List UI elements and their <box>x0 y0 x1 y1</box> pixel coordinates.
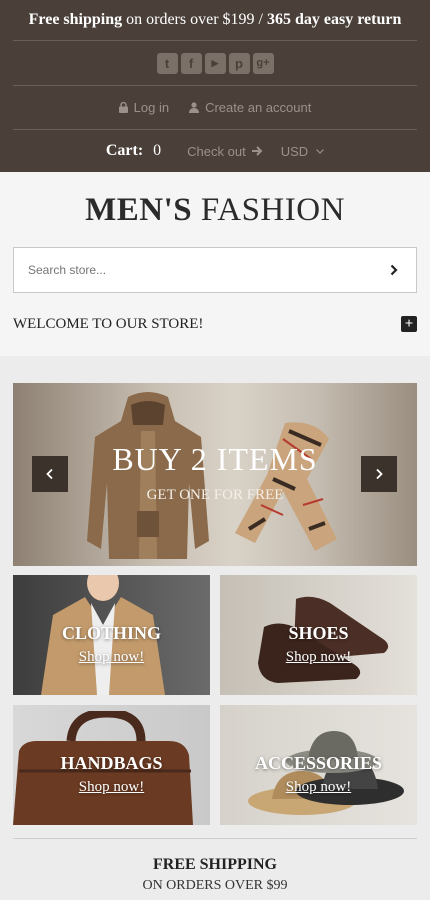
free-shipping-subtitle: ON ORDERS OVER $99 <box>142 878 288 893</box>
cart-count: 0 <box>153 142 162 159</box>
site-logo[interactable]: MEN'S FASHION <box>0 192 430 229</box>
shop-now-link[interactable]: Shop now! <box>13 649 210 666</box>
top-bar: Free shipping on orders over $199 / 365 … <box>0 0 430 172</box>
slide-title: BUY 2 ITEMS <box>112 441 318 477</box>
google-plus-icon[interactable]: g+ <box>252 52 274 74</box>
create-account-label: Create an account <box>205 100 312 115</box>
category-title: HANDBAGS <box>60 753 163 773</box>
user-icon <box>189 102 200 113</box>
hero-slider[interactable]: BUY 2 ITEMS GET ONE FOR FREE <box>13 383 417 566</box>
shop-now-link[interactable]: Shop now! <box>220 649 417 666</box>
category-title: ACCESSORIES <box>254 753 383 773</box>
chevron-down-icon <box>316 148 325 154</box>
category-tile-handbags[interactable]: HANDBAGS Shop now! <box>13 705 210 825</box>
shop-now-link[interactable]: Shop now! <box>13 779 210 796</box>
shop-now-link[interactable]: Shop now! <box>220 779 417 796</box>
promo-text: on orders over $199 / <box>122 11 267 28</box>
search-submit-button[interactable] <box>372 248 416 292</box>
slide-subtitle: GET ONE FOR FREE <box>146 487 284 503</box>
category-title: CLOTHING <box>61 623 162 643</box>
expand-plus-icon[interactable]: + <box>401 316 417 332</box>
chevron-left-icon <box>46 468 53 480</box>
logo-bold-text: MEN'S <box>85 192 193 228</box>
cart-link[interactable]: Cart: 0 <box>106 142 161 160</box>
checkout-label: Check out <box>187 143 246 159</box>
welcome-bar[interactable]: WELCOME TO OUR STORE! + <box>13 312 417 336</box>
create-account-link[interactable]: Create an account <box>189 100 311 115</box>
login-link[interactable]: Log in <box>118 100 170 115</box>
lock-icon <box>118 102 128 113</box>
currency-value: USD <box>280 143 309 159</box>
category-tile-shoes[interactable]: SHOES Shop now! <box>220 575 417 695</box>
arrow-right-icon <box>251 146 263 156</box>
divider <box>13 838 417 839</box>
cart-row: Cart: 0 Check out USD <box>0 130 430 172</box>
facebook-icon[interactable]: f <box>180 52 202 74</box>
cart-label: Cart: <box>105 142 144 159</box>
login-label: Log in <box>133 100 170 115</box>
youtube-icon[interactable]: ▶ <box>204 52 226 74</box>
welcome-text: WELCOME TO OUR STORE! <box>13 315 204 332</box>
free-shipping-title: FREE SHIPPING <box>152 856 277 873</box>
twitter-icon[interactable]: t <box>156 52 178 74</box>
social-links: t f ▶ p g+ <box>0 41 430 85</box>
promo-free-shipping: Free shipping <box>28 11 123 28</box>
logo-light-text: FASHION <box>192 192 345 228</box>
pinterest-icon[interactable]: p <box>228 52 250 74</box>
slider-next-button[interactable] <box>361 456 397 492</box>
category-tile-accessories[interactable]: ACCESSORIES Shop now! <box>220 705 417 825</box>
currency-select[interactable]: USD <box>280 143 325 159</box>
search-box <box>13 247 417 293</box>
promo-easy-return: 365 day easy return <box>266 11 402 28</box>
account-links: Log in Create an account <box>0 86 430 129</box>
search-input[interactable] <box>14 248 372 292</box>
category-tile-clothing[interactable]: CLOTHING Shop now! <box>13 575 210 695</box>
slider-prev-button[interactable] <box>32 456 68 492</box>
promo-banner: Free shipping on orders over $199 / 365 … <box>0 0 430 40</box>
category-title: SHOES <box>288 623 349 643</box>
chevron-right-icon <box>376 468 383 480</box>
checkout-link[interactable]: Check out <box>187 144 263 159</box>
chevron-right-icon <box>390 264 398 276</box>
